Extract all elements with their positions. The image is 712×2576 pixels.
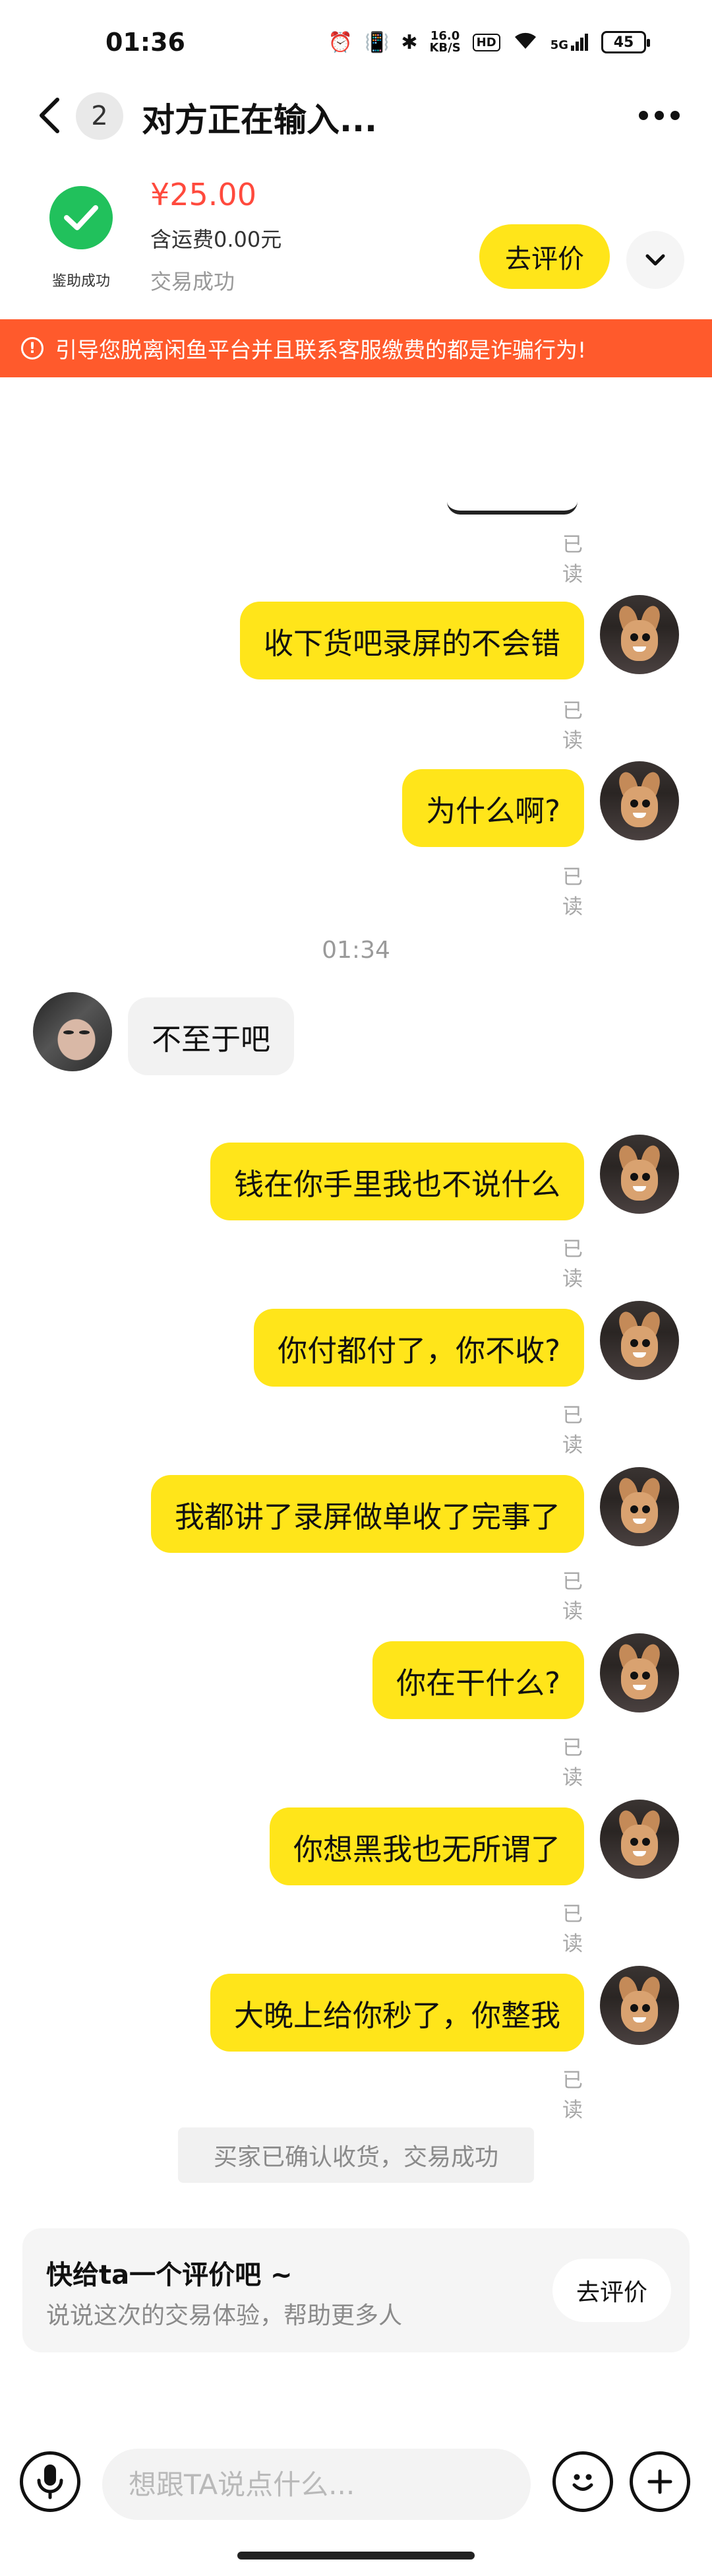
trade-status: 交易成功	[150, 269, 235, 294]
signal-type: 5G	[550, 38, 568, 52]
my-avatar[interactable]	[600, 1800, 679, 1879]
more-actions-button[interactable]	[630, 2451, 690, 2512]
read-receipt: 已读	[562, 1902, 583, 1956]
more-dots-icon	[639, 111, 680, 120]
my-message[interactable]: 大晚上给你秒了，你整我	[210, 1974, 584, 2052]
chevron-left-icon	[40, 98, 59, 133]
time-separator: 01:34	[322, 937, 390, 964]
my-avatar[interactable]	[600, 761, 679, 840]
microphone-icon	[37, 2465, 63, 2499]
read-receipt: 已读	[562, 2069, 583, 2122]
my-message[interactable]: 为什么啊?	[402, 769, 584, 847]
cell-signal-icon: 5G	[550, 32, 589, 52]
read-receipt: 已读	[562, 533, 583, 586]
voice-input-button[interactable]	[20, 2451, 80, 2512]
bluetooth-icon: ✱	[401, 30, 418, 54]
back-button[interactable]	[26, 86, 73, 145]
system-message: 买家已确认收货，交易成功	[178, 2127, 534, 2183]
status-icons: ⏰ 📳 ✱ 16.0 KB/S HD 5G 45	[328, 26, 650, 58]
chevron-down-icon	[645, 254, 665, 266]
read-receipt: 已读	[562, 1238, 583, 1291]
fraud-warning-banner: ! 引导您脱离闲鱼平台并且联系客服缴费的都是诈骗行为!	[0, 319, 712, 377]
unread-count-badge: 2	[76, 92, 123, 140]
my-avatar[interactable]	[600, 1633, 679, 1712]
shipping-fee: 含运费0.00元	[150, 227, 282, 252]
my-avatar[interactable]	[600, 1467, 679, 1546]
read-receipt: 已读	[562, 865, 583, 919]
my-avatar[interactable]	[600, 595, 679, 674]
emoji-icon	[572, 2474, 593, 2491]
my-message[interactable]: 收下货吧录屏的不会错	[239, 602, 584, 679]
status-time: 01:36	[105, 28, 185, 57]
review-prompt-title: 快给ta一个评价吧 ~	[46, 2260, 293, 2290]
review-prompt-button[interactable]: 去评价	[552, 2259, 671, 2322]
my-message[interactable]: 你想黑我也无所谓了	[269, 1807, 584, 1885]
my-avatar[interactable]	[600, 1301, 679, 1380]
my-message[interactable]: 钱在你手里我也不说什么	[210, 1143, 584, 1220]
read-receipt: 已读	[562, 699, 583, 753]
warning-text: 引导您脱离闲鱼平台并且联系客服缴费的都是诈骗行为!	[55, 337, 587, 363]
hd-badge: HD	[472, 33, 500, 51]
vibrate-icon: 📳	[364, 30, 390, 54]
wifi-icon	[512, 29, 539, 55]
emoji-button[interactable]	[552, 2451, 613, 2512]
verified-label: 鉴助成功	[51, 273, 110, 290]
my-message[interactable]: 你付都付了，你不收?	[254, 1309, 584, 1387]
success-check-icon	[49, 186, 113, 249]
review-prompt-subtitle: 说说这次的交易体验，帮助更多人	[46, 2302, 403, 2329]
expand-button[interactable]	[626, 231, 684, 289]
warning-icon: !	[21, 337, 44, 360]
alarm-icon: ⏰	[328, 30, 353, 54]
net-speed: 16.0 KB/S	[429, 30, 460, 54]
other-message[interactable]: 不至于吧	[128, 997, 295, 1075]
my-avatar[interactable]	[600, 1135, 679, 1214]
read-receipt: 已读	[562, 1736, 583, 1790]
more-button[interactable]	[633, 92, 686, 139]
home-indicator	[237, 2552, 475, 2560]
message-input[interactable]	[102, 2449, 531, 2520]
my-message[interactable]: 我都讲了录屏做单收了完事了	[150, 1475, 584, 1553]
read-receipt: 已读	[562, 1570, 583, 1623]
net-speed-unit: KB/S	[429, 41, 461, 55]
my-message[interactable]: 你在干什么?	[372, 1641, 584, 1719]
chat-title: 对方正在输入...	[142, 101, 377, 139]
my-avatar[interactable]	[600, 1966, 679, 2045]
plus-icon	[647, 2469, 672, 2494]
previous-message-partial	[447, 496, 578, 515]
review-button[interactable]: 去评价	[479, 224, 610, 289]
order-price: ¥25.00	[150, 177, 256, 212]
battery-icon: 45	[601, 31, 650, 53]
read-receipt: 已读	[562, 1404, 583, 1457]
other-avatar[interactable]	[33, 992, 112, 1071]
